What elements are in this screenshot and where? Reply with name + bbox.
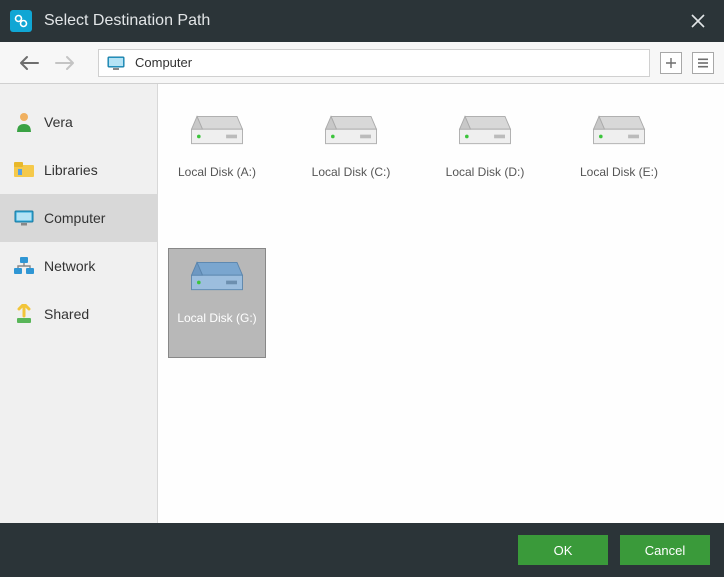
sidebar-item-label: Shared xyxy=(44,306,89,322)
monitor-icon xyxy=(107,56,125,70)
drive-label: Local Disk (E:) xyxy=(580,165,658,179)
drive-label: Local Disk (G:) xyxy=(177,311,256,325)
view-list-button[interactable] xyxy=(692,52,714,74)
drive-item[interactable]: Local Disk (D:) xyxy=(436,102,534,212)
shared-icon xyxy=(14,304,34,324)
window-title: Select Destination Path xyxy=(44,12,678,30)
drive-item-selected[interactable]: Local Disk (G:) xyxy=(168,248,266,358)
drive-item[interactable]: Local Disk (E:) xyxy=(570,102,668,212)
ok-button[interactable]: OK xyxy=(518,535,608,565)
drive-item[interactable]: Local Disk (A:) xyxy=(168,102,266,212)
sidebar-item-vera[interactable]: Vera xyxy=(0,98,157,146)
drive-label: Local Disk (D:) xyxy=(446,165,525,179)
libraries-icon xyxy=(14,160,34,180)
nav-back-button[interactable] xyxy=(18,52,40,74)
sidebar-item-computer[interactable]: Computer xyxy=(0,194,157,242)
sidebar-item-label: Computer xyxy=(44,210,105,226)
titlebar: Select Destination Path xyxy=(0,0,724,42)
toolbar: Computer xyxy=(0,42,724,84)
hdd-icon xyxy=(189,111,245,151)
footer: OK Cancel xyxy=(0,523,724,577)
hdd-icon xyxy=(323,111,379,151)
hdd-icon xyxy=(457,111,513,151)
hdd-icon xyxy=(591,111,647,151)
app-icon xyxy=(10,10,32,32)
drive-item[interactable]: Local Disk (C:) xyxy=(302,102,400,212)
drive-grid: Local Disk (A:) Local Disk (C:) xyxy=(158,84,724,523)
new-folder-button[interactable] xyxy=(660,52,682,74)
sidebar-item-libraries[interactable]: Libraries xyxy=(0,146,157,194)
sidebar-item-network[interactable]: Network xyxy=(0,242,157,290)
drive-label: Local Disk (A:) xyxy=(178,165,256,179)
user-icon xyxy=(14,112,34,132)
monitor-icon xyxy=(14,208,34,228)
sidebar-item-shared[interactable]: Shared xyxy=(0,290,157,338)
nav-forward-button[interactable] xyxy=(54,52,76,74)
close-button[interactable] xyxy=(678,1,718,41)
hdd-icon xyxy=(189,257,245,297)
path-text: Computer xyxy=(135,55,192,70)
sidebar: Vera Libraries Computer Network xyxy=(0,84,158,523)
sidebar-item-label: Network xyxy=(44,258,95,274)
sidebar-item-label: Vera xyxy=(44,114,73,130)
sidebar-item-label: Libraries xyxy=(44,162,98,178)
drive-label: Local Disk (C:) xyxy=(312,165,391,179)
cancel-button[interactable]: Cancel xyxy=(620,535,710,565)
path-box[interactable]: Computer xyxy=(98,49,650,77)
network-icon xyxy=(14,256,34,276)
